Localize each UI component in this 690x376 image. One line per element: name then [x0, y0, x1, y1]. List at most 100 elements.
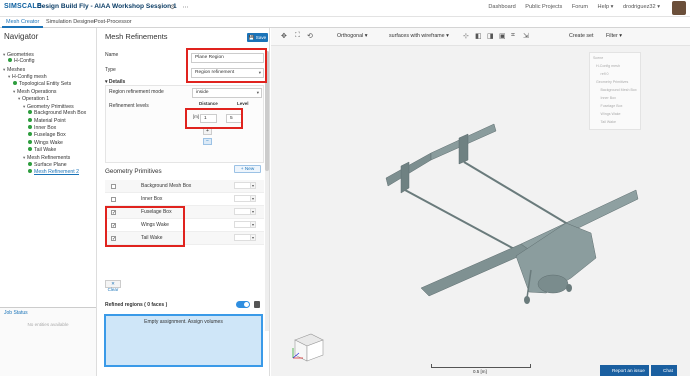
measure-icon[interactable]: ⇲	[523, 32, 529, 40]
tree-item[interactable]: Surface Plane	[3, 161, 86, 169]
assignment-box[interactable]: Empty assignment. Assign volumes	[104, 314, 263, 367]
nav-forum[interactable]: Forum	[572, 4, 588, 10]
color-swatch[interactable]	[234, 221, 251, 228]
color-swatch[interactable]	[234, 195, 251, 202]
scene-tree-item[interactable]: refl 0	[601, 72, 609, 76]
chevron-down-icon[interactable]: ▾	[250, 208, 256, 215]
tree-item[interactable]: ▾ Mesh Operations	[3, 88, 86, 95]
tree-item-label: Background Mesh Box	[34, 110, 87, 117]
tree-item[interactable]: ▾ Meshes	[3, 66, 86, 73]
scene-tree-item[interactable]: H-Config mesh	[596, 64, 620, 68]
remove-level-button[interactable]: −	[203, 138, 212, 145]
navigator-panel: Navigator ▾ Geometries H-Config ▾ Meshes ▾ H-C…	[0, 28, 97, 376]
distance-input[interactable]: 1	[200, 114, 217, 123]
table-row[interactable]: ✓ Tail Wake ▾	[105, 232, 264, 245]
move-icon[interactable]: ✥	[281, 32, 287, 40]
box-select-icon[interactable]: ▣	[499, 32, 506, 40]
new-primitive-button[interactable]: + New	[234, 165, 261, 173]
select-face-icon[interactable]: ◧	[475, 32, 482, 40]
type-select[interactable]: Region refinement ▾	[191, 68, 264, 78]
tree-item-label: Mesh Refinement 2	[34, 169, 79, 176]
tree-item[interactable]: Mesh Refinement 2	[3, 169, 86, 176]
chat-button[interactable]: Chat	[651, 365, 677, 376]
reset-view-icon[interactable]: ⟲	[307, 32, 313, 40]
mode-select-value: inside	[196, 90, 209, 95]
tree-item[interactable]: Fuselage Box	[3, 132, 86, 139]
render-mode-select[interactable]: surfaces with wireframe ▾	[389, 33, 449, 39]
nav-dashboard[interactable]: Dashboard	[488, 4, 515, 10]
tab-mesh-creator[interactable]: Mesh Creator	[2, 17, 44, 28]
add-level-button[interactable]: +	[203, 128, 212, 135]
trash-icon[interactable]	[254, 301, 260, 308]
nav-help[interactable]: Help ▾	[598, 4, 614, 10]
chevron-down-icon[interactable]: ▾	[250, 221, 256, 228]
chevron-down-icon[interactable]: ▾	[250, 182, 256, 189]
status-ok-icon	[28, 117, 32, 122]
select-body-icon[interactable]: ◨	[487, 32, 494, 40]
scene-tree-item[interactable]: Geometry Primitives	[596, 80, 628, 84]
primitive-checkbox[interactable]	[111, 184, 116, 189]
tree-item[interactable]: Background Mesh Box	[3, 110, 86, 117]
tree-item[interactable]: Material Point	[3, 117, 86, 125]
create-set-button[interactable]: Create set	[569, 33, 593, 39]
aircraft-model[interactable]	[331, 98, 641, 328]
avatar[interactable]	[672, 1, 686, 15]
mode-select[interactable]: inside ▾	[192, 88, 262, 98]
tree-item[interactable]: ▾ Operation 1	[3, 95, 86, 102]
scene-tree-item[interactable]: Background Mesh Box	[601, 88, 637, 92]
select-point-icon[interactable]: ⊹	[463, 32, 469, 40]
panel-scrollbar-thumb[interactable]	[265, 51, 269, 171]
clear-button[interactable]: ✕ Clear	[105, 280, 121, 292]
project-icons: ⇪ ⚙ ⋯	[157, 3, 196, 11]
toggle-knob	[244, 302, 249, 307]
viewcube[interactable]	[291, 328, 326, 363]
tree-item-label: Mesh Operations	[17, 88, 57, 95]
nav-public-projects[interactable]: Public Projects	[525, 4, 562, 10]
tree-item-label: Geometry Primitives	[27, 103, 74, 110]
report-issue-button[interactable]: Report an issue	[600, 365, 649, 376]
color-swatch[interactable]	[234, 234, 251, 241]
more-icon[interactable]: ⋯	[182, 4, 189, 11]
primitive-checkbox[interactable]: ✓	[111, 210, 116, 216]
fit-view-icon[interactable]: ⛶	[295, 32, 300, 40]
chevron-down-icon[interactable]: ▾	[250, 195, 256, 202]
status-ok-icon	[28, 139, 32, 144]
geometry-primitives-title: Geometry Primitives	[105, 168, 162, 175]
refined-regions-toggle[interactable]	[236, 301, 250, 308]
primitive-checkbox[interactable]	[111, 197, 116, 202]
scene-tree-item[interactable]: Scene	[593, 56, 603, 60]
3d-viewer[interactable]: ✥ ⛶ ⟲ Orthogonal ▾ surfaces with wirefra…	[271, 28, 690, 376]
projection-value: Orthogonal	[337, 33, 364, 39]
chevron-down-icon[interactable]: ▾	[250, 234, 256, 241]
tree-item[interactable]: H-Config	[3, 58, 86, 65]
table-row[interactable]: ✓ Fuselage Box ▾	[105, 206, 264, 219]
tab-post-processor[interactable]: Post-Processor	[90, 17, 136, 28]
tree-item[interactable]: ▾ Mesh Refinements	[3, 154, 86, 161]
tree-item[interactable]: ▾ Geometries	[3, 51, 86, 58]
table-row[interactable]: Background Mesh Box ▾	[105, 180, 264, 193]
tree-item[interactable]: Tail Wake	[3, 147, 86, 154]
tree-item-label: Geometries	[7, 52, 34, 58]
table-row[interactable]: Inner Box ▾	[105, 193, 264, 206]
color-swatch[interactable]	[234, 182, 251, 189]
tree-item[interactable]: ▾ Geometry Primitives	[3, 103, 86, 110]
primitive-checkbox[interactable]: ✓	[111, 223, 116, 229]
filter-select[interactable]: Filter ▾	[606, 33, 622, 39]
chevron-down-icon: ▾	[258, 70, 261, 75]
nav-user[interactable]: drodriguez32 ▾	[623, 4, 660, 10]
primitive-checkbox[interactable]: ✓	[111, 236, 116, 242]
section-icon[interactable]: ⌗	[511, 32, 515, 40]
color-swatch[interactable]	[234, 208, 251, 215]
level-input[interactable]: 5	[226, 114, 243, 123]
tree-item[interactable]: ▾ H-Config mesh	[3, 73, 86, 80]
name-field[interactable]: Plane Region	[191, 53, 264, 63]
job-status-title[interactable]: Job Status	[4, 310, 28, 316]
tree-item[interactable]: Wings Wake	[3, 139, 86, 147]
share-icon[interactable]: ⇪	[157, 4, 162, 11]
projection-select[interactable]: Orthogonal ▾	[337, 33, 367, 39]
gear-icon[interactable]: ⚙	[169, 4, 175, 11]
tree-item[interactable]: Topological Entity Sets	[3, 80, 86, 88]
tree-item[interactable]: Inner Box	[3, 124, 86, 132]
table-row[interactable]: ✓ Wings Wake ▾	[105, 219, 264, 232]
save-button[interactable]: 💾 Save	[247, 33, 268, 42]
